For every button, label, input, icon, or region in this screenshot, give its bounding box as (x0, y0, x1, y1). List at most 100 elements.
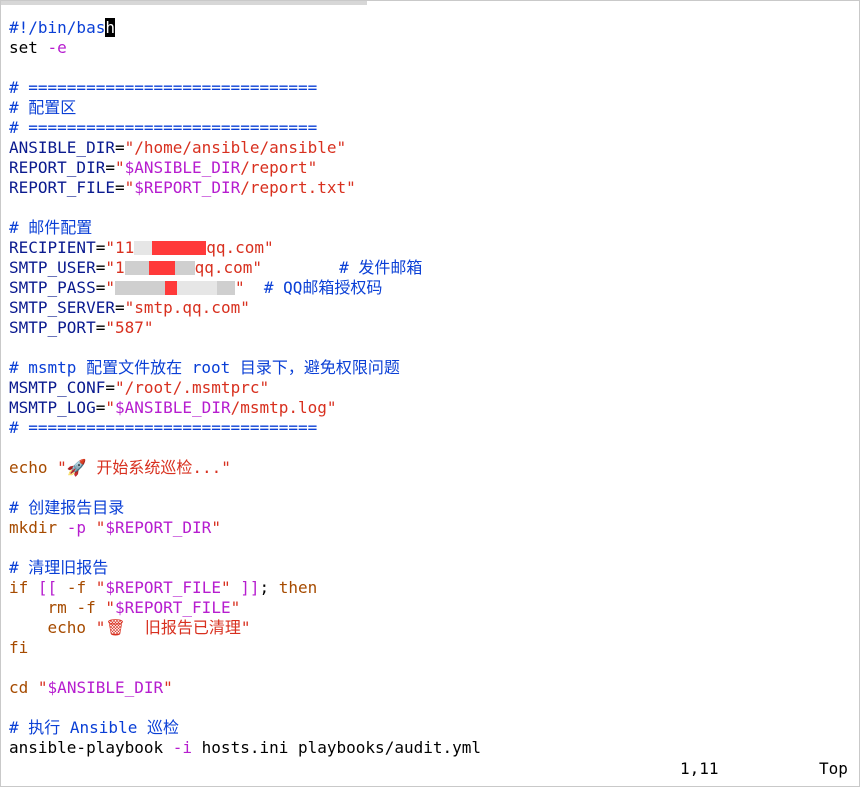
code-token: = (95, 238, 106, 257)
code-token: # 执行 Ansible 巡检 (9, 718, 179, 737)
code-token: $ANSIBLE_DIR (114, 398, 231, 417)
redacted-text (176, 281, 217, 295)
redacted-text (148, 261, 175, 275)
vim-buffer[interactable]: #!/bin/bash set -e # =====================… (1, 18, 860, 758)
code-token: = (95, 258, 106, 277)
code-line[interactable]: # 执行 Ansible 巡检 (1, 718, 860, 738)
code-line[interactable]: #!/bin/bash (1, 18, 860, 38)
code-token: then (278, 578, 318, 597)
code-line[interactable]: # ============================== (1, 418, 860, 438)
code-token: ]] (230, 578, 260, 597)
code-line[interactable]: echo "🚀 开始系统巡检..." (1, 458, 860, 478)
code-token: echo (9, 458, 58, 477)
code-token: "1 (105, 258, 125, 277)
code-token: # ============================== (9, 78, 318, 97)
code-token: -f (66, 578, 96, 597)
code-line[interactable]: mkdir -p "$REPORT_DIR" (1, 518, 860, 538)
code-token: ; (259, 578, 279, 597)
code-token: $ANSIBLE_DIR (124, 158, 241, 177)
code-token: "11 (105, 238, 135, 257)
code-line[interactable]: if [[ -f "$REPORT_FILE" ]]; then (1, 578, 860, 598)
code-token: "🗑 旧报告已清理" (95, 618, 251, 637)
code-line[interactable] (1, 438, 860, 458)
code-line[interactable]: ANSIBLE_DIR="/home/ansible/ansible" (1, 138, 860, 158)
code-line[interactable]: cd "$ANSIBLE_DIR" (1, 678, 860, 698)
code-token: [[ (37, 578, 67, 597)
code-token: " (105, 278, 115, 297)
code-token: $ANSIBLE_DIR (47, 678, 164, 697)
code-token: " (230, 598, 241, 617)
code-token: " (37, 678, 48, 697)
code-line[interactable] (1, 698, 860, 718)
code-line[interactable] (1, 538, 860, 558)
code-token: SMTP_USER (9, 258, 96, 277)
code-line[interactable]: SMTP_PASS=" " # QQ邮箱授权码 (1, 278, 860, 298)
code-line[interactable]: MSMTP_LOG="$ANSIBLE_DIR/msmtp.log" (1, 398, 860, 418)
code-token: $REPORT_DIR (105, 518, 212, 537)
code-token: " (105, 598, 115, 617)
code-line[interactable]: REPORT_DIR="$ANSIBLE_DIR/report" (1, 158, 860, 178)
code-token: rm (9, 598, 77, 617)
code-token: REPORT_DIR (9, 158, 106, 177)
code-line[interactable]: rm -f "$REPORT_FILE" (1, 598, 860, 618)
code-line[interactable]: # 配置区 (1, 98, 860, 118)
code-token: " (114, 158, 125, 177)
code-token: /msmtp.log" (230, 398, 337, 417)
code-line[interactable]: # ============================== (1, 78, 860, 98)
code-token: # 发件邮箱 (262, 258, 423, 277)
code-token: -p (66, 518, 96, 537)
redacted-text (134, 241, 153, 255)
code-token: set (9, 38, 48, 57)
code-token: " (234, 278, 245, 297)
code-token: = (95, 398, 106, 417)
code-line[interactable]: # 创建报告目录 (1, 498, 860, 518)
code-token: " (220, 578, 231, 597)
code-token: "587" (105, 318, 154, 337)
code-token: SMTP_SERVER (9, 298, 115, 317)
code-token: ANSIBLE_DIR (9, 138, 115, 157)
code-token: " (163, 678, 173, 697)
code-line[interactable]: # 清理旧报告 (1, 558, 860, 578)
code-token: mkdir (9, 518, 67, 537)
code-token: qq.com" (206, 238, 274, 257)
code-token: $REPORT_DIR (134, 178, 241, 197)
code-line[interactable] (1, 478, 860, 498)
code-token: # msmtp 配置文件放在 root 目录下，避免权限问题 (9, 358, 400, 377)
code-token: "smtp.qq.com" (124, 298, 250, 317)
code-line[interactable]: SMTP_SERVER="smtp.qq.com" (1, 298, 860, 318)
code-token: " (211, 518, 221, 537)
code-line[interactable]: # ============================== (1, 118, 860, 138)
code-token: /report" (240, 158, 318, 177)
text-cursor: h (105, 18, 115, 37)
code-token: = (95, 278, 106, 297)
code-line[interactable]: # 邮件配置 (1, 218, 860, 238)
code-line[interactable]: RECIPIENT="11 qq.com" (1, 238, 860, 258)
code-token: # ============================== (9, 418, 318, 437)
code-token: $REPORT_FILE (114, 598, 231, 617)
code-token: # 配置区 (9, 98, 77, 117)
code-line[interactable]: SMTP_USER="1 qq.com" # 发件邮箱 (1, 258, 860, 278)
code-token: -e (47, 38, 67, 57)
scroll-indicator: Top (819, 759, 848, 778)
code-token: # 清理旧报告 (9, 558, 109, 577)
code-line[interactable]: fi (1, 638, 860, 658)
code-line[interactable]: SMTP_PORT="587" (1, 318, 860, 338)
code-line[interactable] (1, 658, 860, 678)
code-line[interactable]: ansible-playbook -i hosts.ini playbooks/… (1, 738, 860, 758)
code-line[interactable]: echo "🗑 旧报告已清理" (1, 618, 860, 638)
code-token: hosts.ini playbooks/audit.yml (192, 738, 482, 757)
code-token: SMTP_PASS (9, 278, 96, 297)
code-token: " (124, 178, 135, 197)
code-line[interactable]: REPORT_FILE="$REPORT_DIR/report.txt" (1, 178, 860, 198)
code-token: = (114, 138, 125, 157)
code-line[interactable] (1, 58, 860, 78)
code-token: qq.com" (194, 258, 263, 277)
code-token: MSMTP_LOG (9, 398, 96, 417)
code-line[interactable]: # msmtp 配置文件放在 root 目录下，避免权限问题 (1, 358, 860, 378)
code-token: = (114, 298, 125, 317)
code-line[interactable]: set -e (1, 38, 860, 58)
code-line[interactable] (1, 338, 860, 358)
code-line[interactable] (1, 198, 860, 218)
code-line[interactable]: MSMTP_CONF="/root/.msmtprc" (1, 378, 860, 398)
code-token: #!/bin/bas (9, 18, 106, 37)
